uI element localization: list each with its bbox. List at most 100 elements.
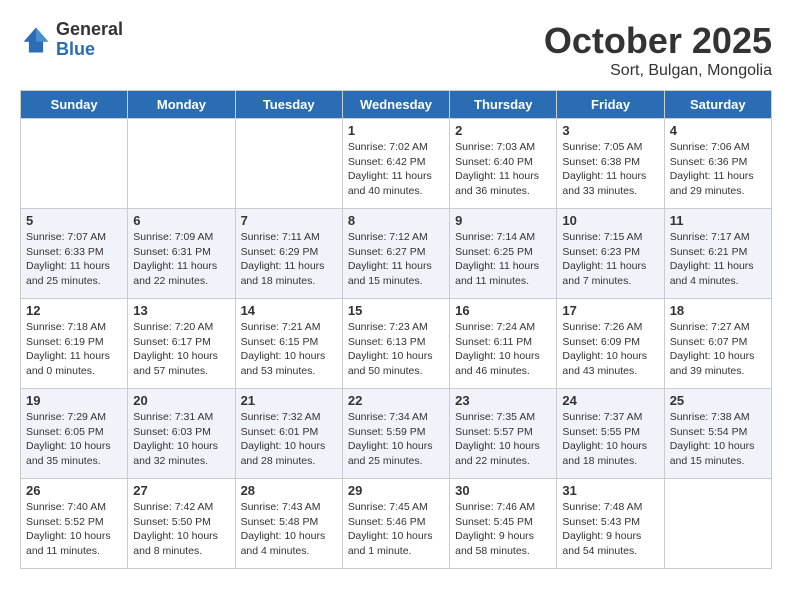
day-info: Sunrise: 7:05 AMSunset: 6:38 PMDaylight:…	[562, 140, 658, 199]
calendar-table: SundayMondayTuesdayWednesdayThursdayFrid…	[20, 90, 772, 569]
title-block: October 2025 Sort, Bulgan, Mongolia	[544, 20, 772, 80]
day-number: 7	[241, 213, 337, 228]
calendar-cell: 13Sunrise: 7:20 AMSunset: 6:17 PMDayligh…	[128, 299, 235, 389]
logo-text: General Blue	[56, 20, 123, 60]
day-info: Sunrise: 7:14 AMSunset: 6:25 PMDaylight:…	[455, 230, 551, 289]
calendar-cell	[128, 119, 235, 209]
day-info: Sunrise: 7:40 AMSunset: 5:52 PMDaylight:…	[26, 500, 122, 559]
day-number: 25	[670, 393, 766, 408]
day-number: 4	[670, 123, 766, 138]
day-info: Sunrise: 7:21 AMSunset: 6:15 PMDaylight:…	[241, 320, 337, 379]
calendar-cell: 21 Sunrise: 7:32 AMSunset: 6:01 PMDayligh…	[235, 389, 342, 479]
calendar-week-row: 5 Sunrise: 7:07 AMSunset: 6:33 PMDaylight…	[21, 209, 772, 299]
day-info: Sunrise: 7:48 AMSunset: 5:43 PMDaylight:…	[562, 500, 658, 559]
day-info: Sunrise: 7:23 AMSunset: 6:13 PMDaylight:…	[348, 320, 444, 379]
calendar-cell: 31 Sunrise: 7:48 AMSunset: 5:43 PMDayligh…	[557, 479, 664, 569]
calendar-cell: 30Sunrise: 7:46 AMSunset: 5:45 PMDayligh…	[450, 479, 557, 569]
day-number: 19	[26, 393, 122, 408]
day-info: Sunrise: 7:07 AMSunset: 6:33 PMDaylight:…	[26, 230, 122, 289]
day-number: 2	[455, 123, 551, 138]
day-number: 11	[670, 213, 766, 228]
calendar-cell	[21, 119, 128, 209]
calendar-cell: 28Sunrise: 7:43 AMSunset: 5:48 PMDayligh…	[235, 479, 342, 569]
location: Sort, Bulgan, Mongolia	[544, 62, 772, 80]
weekday-header: Tuesday	[235, 91, 342, 119]
calendar-cell: 10 Sunrise: 7:15 AMSunset: 6:23 PMDayligh…	[557, 209, 664, 299]
day-number: 27	[133, 483, 229, 498]
day-number: 22	[348, 393, 444, 408]
day-info: Sunrise: 7:31 AMSunset: 6:03 PMDaylight:…	[133, 410, 229, 469]
day-number: 23	[455, 393, 551, 408]
day-info: Sunrise: 7:18 AMSunset: 6:19 PMDaylight:…	[26, 320, 122, 379]
page-header: General Blue October 2025 Sort, Bulgan, …	[20, 20, 772, 80]
calendar-week-row: 1 Sunrise: 7:02 AMSunset: 6:42 PMDaylight…	[21, 119, 772, 209]
weekday-header: Monday	[128, 91, 235, 119]
day-number: 24	[562, 393, 658, 408]
day-number: 29	[348, 483, 444, 498]
calendar-header: SundayMondayTuesdayWednesdayThursdayFrid…	[21, 91, 772, 119]
month-title: October 2025	[544, 20, 772, 62]
day-number: 26	[26, 483, 122, 498]
day-info: Sunrise: 7:26 AMSunset: 6:09 PMDaylight:…	[562, 320, 658, 379]
day-info: Sunrise: 7:34 AMSunset: 5:59 PMDaylight:…	[348, 410, 444, 469]
logo-icon	[20, 24, 52, 56]
calendar-cell: 3 Sunrise: 7:05 AMSunset: 6:38 PMDaylight…	[557, 119, 664, 209]
calendar-body: 1 Sunrise: 7:02 AMSunset: 6:42 PMDaylight…	[21, 119, 772, 569]
day-info: Sunrise: 7:15 AMSunset: 6:23 PMDaylight:…	[562, 230, 658, 289]
day-number: 31	[562, 483, 658, 498]
day-number: 21	[241, 393, 337, 408]
calendar-cell: 14Sunrise: 7:21 AMSunset: 6:15 PMDayligh…	[235, 299, 342, 389]
day-number: 17	[562, 303, 658, 318]
weekday-header: Wednesday	[342, 91, 449, 119]
day-info: Sunrise: 7:37 AMSunset: 5:55 PMDaylight:…	[562, 410, 658, 469]
day-number: 3	[562, 123, 658, 138]
calendar-week-row: 12Sunrise: 7:18 AMSunset: 6:19 PMDayligh…	[21, 299, 772, 389]
calendar-cell: 11Sunrise: 7:17 AMSunset: 6:21 PMDayligh…	[664, 209, 771, 299]
calendar-cell: 2 Sunrise: 7:03 AMSunset: 6:40 PMDaylight…	[450, 119, 557, 209]
day-number: 8	[348, 213, 444, 228]
day-info: Sunrise: 7:12 AMSunset: 6:27 PMDaylight:…	[348, 230, 444, 289]
calendar-cell: 24 Sunrise: 7:37 AMSunset: 5:55 PMDayligh…	[557, 389, 664, 479]
calendar-cell: 18 Sunrise: 7:27 AMSunset: 6:07 PMDayligh…	[664, 299, 771, 389]
calendar-cell: 19 Sunrise: 7:29 AMSunset: 6:05 PMDayligh…	[21, 389, 128, 479]
calendar-cell: 15 Sunrise: 7:23 AMSunset: 6:13 PMDayligh…	[342, 299, 449, 389]
day-number: 15	[348, 303, 444, 318]
weekday-header: Saturday	[664, 91, 771, 119]
calendar-cell: 4Sunrise: 7:06 AMSunset: 6:36 PMDaylight…	[664, 119, 771, 209]
day-info: Sunrise: 7:38 AMSunset: 5:54 PMDaylight:…	[670, 410, 766, 469]
day-info: Sunrise: 7:11 AMSunset: 6:29 PMDaylight:…	[241, 230, 337, 289]
day-info: Sunrise: 7:42 AMSunset: 5:50 PMDaylight:…	[133, 500, 229, 559]
day-info: Sunrise: 7:02 AMSunset: 6:42 PMDaylight:…	[348, 140, 444, 199]
calendar-cell	[235, 119, 342, 209]
calendar-cell: 8 Sunrise: 7:12 AMSunset: 6:27 PMDaylight…	[342, 209, 449, 299]
day-info: Sunrise: 7:29 AMSunset: 6:05 PMDaylight:…	[26, 410, 122, 469]
day-info: Sunrise: 7:32 AMSunset: 6:01 PMDaylight:…	[241, 410, 337, 469]
day-number: 5	[26, 213, 122, 228]
day-info: Sunrise: 7:03 AMSunset: 6:40 PMDaylight:…	[455, 140, 551, 199]
day-number: 30	[455, 483, 551, 498]
day-number: 20	[133, 393, 229, 408]
day-number: 28	[241, 483, 337, 498]
day-info: Sunrise: 7:45 AMSunset: 5:46 PMDaylight:…	[348, 500, 444, 559]
calendar-cell: 29 Sunrise: 7:45 AMSunset: 5:46 PMDayligh…	[342, 479, 449, 569]
calendar-cell: 1 Sunrise: 7:02 AMSunset: 6:42 PMDaylight…	[342, 119, 449, 209]
calendar-cell: 6 Sunrise: 7:09 AMSunset: 6:31 PMDaylight…	[128, 209, 235, 299]
weekday-header: Friday	[557, 91, 664, 119]
calendar-cell: 12Sunrise: 7:18 AMSunset: 6:19 PMDayligh…	[21, 299, 128, 389]
calendar-week-row: 26 Sunrise: 7:40 AMSunset: 5:52 PMDayligh…	[21, 479, 772, 569]
weekday-header: Sunday	[21, 91, 128, 119]
calendar-cell: 16 Sunrise: 7:24 AMSunset: 6:11 PMDayligh…	[450, 299, 557, 389]
calendar-week-row: 19 Sunrise: 7:29 AMSunset: 6:05 PMDayligh…	[21, 389, 772, 479]
day-number: 10	[562, 213, 658, 228]
day-info: Sunrise: 7:27 AMSunset: 6:07 PMDaylight:…	[670, 320, 766, 379]
calendar-cell: 9 Sunrise: 7:14 AMSunset: 6:25 PMDaylight…	[450, 209, 557, 299]
day-info: Sunrise: 7:24 AMSunset: 6:11 PMDaylight:…	[455, 320, 551, 379]
day-number: 1	[348, 123, 444, 138]
day-info: Sunrise: 7:09 AMSunset: 6:31 PMDaylight:…	[133, 230, 229, 289]
day-number: 18	[670, 303, 766, 318]
day-number: 6	[133, 213, 229, 228]
day-number: 16	[455, 303, 551, 318]
calendar-cell	[664, 479, 771, 569]
calendar-cell: 23Sunrise: 7:35 AMSunset: 5:57 PMDayligh…	[450, 389, 557, 479]
day-number: 9	[455, 213, 551, 228]
